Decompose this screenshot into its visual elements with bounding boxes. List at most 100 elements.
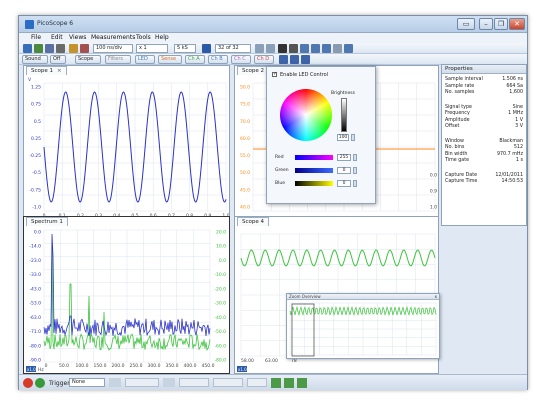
brightness-spinner[interactable] [351, 134, 355, 141]
property-value: 664 Sa [506, 83, 523, 89]
properties-title: Properties [442, 65, 526, 74]
rulers-icon[interactable] [271, 378, 281, 388]
pause-icon[interactable] [202, 44, 211, 53]
tab-scope4[interactable]: Scope 4 [237, 217, 270, 226]
channel-c-button[interactable]: Ch C [231, 55, 251, 64]
brightness-slider[interactable] [341, 98, 347, 132]
minimize-button[interactable]: – [479, 18, 493, 30]
spectrum-mode-icon[interactable] [45, 44, 54, 53]
blue-slider[interactable] [295, 181, 333, 186]
led-control-dialog: ✓ Enable LED Control Brightness 100 Red … [266, 66, 376, 204]
sense-button[interactable]: Sense [158, 55, 182, 64]
zoom-out-icon[interactable] [311, 44, 320, 53]
red-slider[interactable] [295, 155, 333, 160]
tab-scope1[interactable]: Scope 1 × [26, 66, 67, 75]
zoom-overview-plot[interactable] [288, 301, 439, 358]
y-tick-label: 55.0 [240, 153, 250, 159]
ruler-icon[interactable] [279, 55, 288, 64]
trigger-options-field[interactable] [247, 378, 267, 387]
menu-tools[interactable]: Tools [136, 34, 151, 41]
property-label: Capture Time [445, 179, 478, 184]
hand-icon[interactable] [289, 44, 298, 53]
y-tick-label: -23.0 [29, 258, 41, 264]
threshold-field[interactable] [125, 378, 159, 387]
green-value-field[interactable]: 0 [337, 167, 351, 174]
pretrigger-field[interactable] [179, 378, 209, 387]
menu-measurements[interactable]: Measurements [91, 34, 135, 41]
color-wheel[interactable] [280, 89, 332, 141]
red-value-field[interactable]: 255 [337, 154, 351, 161]
green-spinner[interactable] [353, 167, 357, 174]
menu-help[interactable]: Help [155, 34, 169, 41]
zoom-select[interactable]: x 1 [136, 44, 168, 53]
scope-mode-icon[interactable] [23, 44, 32, 53]
delay-field[interactable] [213, 378, 243, 387]
menu-bar: File Edit Views Measurements Tools Help [19, 33, 527, 43]
settings-icon[interactable] [80, 44, 89, 53]
zoom-region-icon[interactable] [322, 44, 331, 53]
blue-spinner[interactable] [353, 180, 357, 187]
property-value: Blackman [499, 138, 523, 144]
close-icon[interactable]: × [57, 68, 62, 74]
tab-spectrum1[interactable]: Spectrum 1 [26, 217, 68, 226]
next-capture-icon[interactable] [266, 44, 275, 53]
brightness-label: Brightness [331, 91, 355, 96]
channel-d-button[interactable]: Ch D [254, 55, 274, 64]
undo-zoom-icon[interactable] [333, 44, 342, 53]
scope-button[interactable]: Scope [75, 55, 101, 64]
filters-button[interactable]: Filters [105, 55, 131, 64]
timebase-select[interactable]: 100 ns/div [93, 44, 133, 53]
y-tick-label: -80.0 [214, 358, 226, 364]
samples-select[interactable]: 5 kS [174, 44, 196, 53]
notes-icon[interactable] [284, 378, 294, 388]
y-tick-label: 50.0 [240, 170, 250, 176]
y-tick-label: -30.0 [214, 301, 226, 307]
zoom-label: x1.0 [238, 367, 247, 372]
pointer-icon[interactable] [278, 44, 287, 53]
off-button[interactable]: Off [50, 55, 66, 64]
menu-views[interactable]: Views [69, 34, 86, 41]
trigger-channel-select[interactable] [109, 378, 121, 387]
channel-icon[interactable] [56, 44, 65, 53]
extra-window-button[interactable]: ▭ [457, 18, 475, 30]
close-icon[interactable]: x [435, 294, 437, 299]
restore-button[interactable]: ❐ [494, 18, 508, 30]
y-tick-label: 0.0 [34, 230, 41, 236]
channel-labels-icon[interactable] [297, 378, 307, 388]
edge-icon[interactable] [163, 378, 175, 387]
led-button[interactable]: LED [135, 55, 155, 64]
persistence-mode-icon[interactable] [34, 44, 43, 53]
stop-icon[interactable] [23, 378, 33, 388]
trigger-mode-select[interactable]: None [69, 378, 105, 387]
close-button[interactable]: ✕ [509, 18, 525, 30]
x-tick-label: 58.00 [241, 358, 254, 364]
brightness-value-field[interactable]: 100 [337, 134, 349, 141]
previous-capture-icon[interactable] [255, 44, 264, 53]
zoom-fit-icon[interactable] [344, 44, 353, 53]
start-icon[interactable] [35, 378, 45, 388]
x-tick-label: 350.0 [166, 363, 179, 369]
blue-value-field[interactable]: 0 [337, 180, 351, 187]
channel-a-button[interactable]: Ch A [185, 55, 205, 64]
y-tick-label: 50.0 [240, 85, 250, 91]
red-spinner[interactable] [353, 154, 357, 161]
green-slider[interactable] [295, 168, 333, 173]
measurement-icon[interactable] [290, 55, 299, 64]
capture-count-field[interactable]: 32 of 32 [215, 44, 251, 53]
enable-led-checkbox[interactable]: ✓ [272, 72, 277, 77]
y-tick-label: -20.0 [214, 286, 226, 292]
zoom-in-icon[interactable] [300, 44, 309, 53]
probe-icon[interactable] [69, 44, 78, 53]
sound-button[interactable]: Sound [22, 55, 48, 64]
tab-label: Scope 2 [242, 68, 265, 74]
left-axis-ticks: 0.0 -14.0 -23.0 -33.0 -43.0 -53.0 -63.0 -71.0 -8… [29, 230, 41, 364]
channel-b-button[interactable]: Ch B [208, 55, 228, 64]
spectrum1-plot[interactable]: 0.0 -14.0 -23.0 -33.0 -43.0 -53.0 -63.0 -71.0 -8… [24, 226, 230, 374]
tab-scope2[interactable]: Scope 2 [237, 66, 270, 75]
math-channel-icon[interactable] [301, 55, 310, 64]
zoom-overview-window[interactable]: Zoom Overview x [286, 293, 440, 359]
menu-edit[interactable]: Edit [51, 34, 63, 41]
property-label: Bin width [445, 151, 468, 157]
menu-file[interactable]: File [31, 34, 41, 41]
scope1-plot[interactable]: 1.250.750.50.25-0.25-0.5-0.75-1.0 00.10.… [24, 75, 230, 229]
